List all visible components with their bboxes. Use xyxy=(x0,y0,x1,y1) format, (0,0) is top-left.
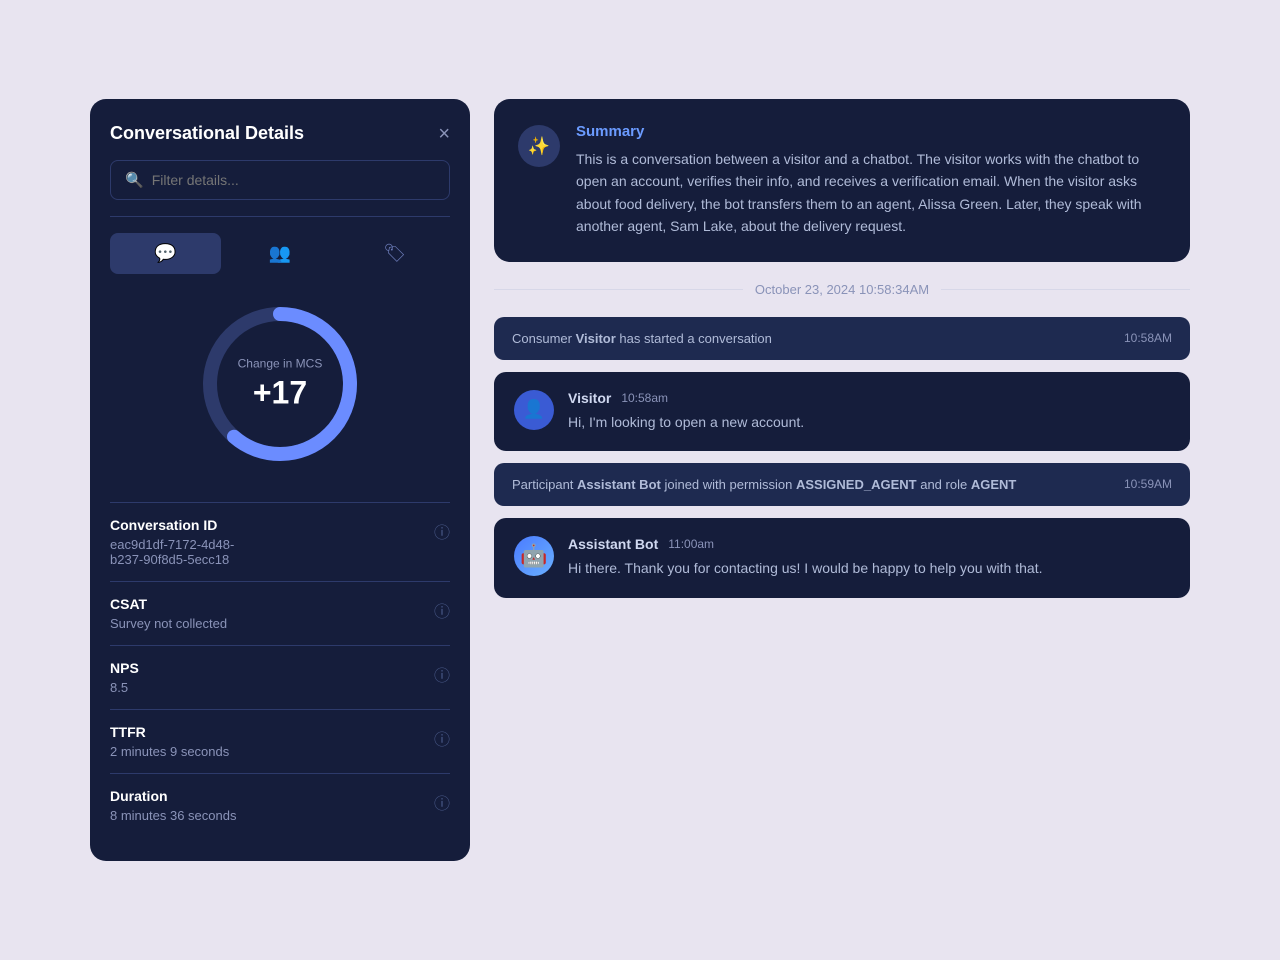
search-bar: 🔍 xyxy=(110,160,450,200)
bot-msg-content: Assistant Bot 11:00am Hi there. Thank yo… xyxy=(568,536,1042,580)
detail-content-conversation-id: Conversation ID eac9d1df-7172-4d48-b237-… xyxy=(110,517,234,567)
right-panel: ✨ Summary This is a conversation between… xyxy=(494,99,1190,598)
detail-value-conversation-id: eac9d1df-7172-4d48-b237-90f8d5-5ecc18 xyxy=(110,537,234,567)
detail-row-conversation-id: Conversation ID eac9d1df-7172-4d48-b237-… xyxy=(110,502,450,581)
assistant-bot-bold: Assistant Bot xyxy=(577,477,661,492)
date-text: October 23, 2024 10:58:34AM xyxy=(755,282,929,297)
visitor-msg-header: Visitor 10:58am xyxy=(568,390,804,406)
detail-row-duration: Duration 8 minutes 36 seconds ⓘ xyxy=(110,773,450,837)
panel-title: Conversational Details xyxy=(110,123,304,144)
system-msg-bot-joined: Participant Assistant Bot joined with pe… xyxy=(494,463,1190,506)
tab-tag[interactable]: 🏷 xyxy=(339,233,450,274)
date-divider: October 23, 2024 10:58:34AM xyxy=(494,274,1190,305)
visitor-sender: Visitor xyxy=(568,390,611,406)
summary-content: Summary This is a conversation between a… xyxy=(576,123,1166,238)
gauge-value: +17 xyxy=(238,375,323,412)
chat-msg-bot: 🤖 Assistant Bot 11:00am Hi there. Thank … xyxy=(494,518,1190,598)
detail-content-ttfr: TTFR 2 minutes 9 seconds xyxy=(110,724,229,759)
detail-row-ttfr: TTFR 2 minutes 9 seconds ⓘ xyxy=(110,709,450,773)
search-input[interactable] xyxy=(152,172,435,188)
system-msg-visitor-started: Consumer Visitor has started a conversat… xyxy=(494,317,1190,360)
gauge-label: Change in MCS xyxy=(238,357,323,371)
detail-label-conversation-id: Conversation ID xyxy=(110,517,234,533)
detail-label-csat: CSAT xyxy=(110,596,227,612)
assigned-agent-bold: ASSIGNED_AGENT xyxy=(796,477,917,492)
gauge-wrapper: Change in MCS +17 xyxy=(190,294,370,474)
panel-divider xyxy=(110,216,450,217)
info-icon-ttfr[interactable]: ⓘ xyxy=(434,726,450,750)
mcs-gauge: Change in MCS +17 xyxy=(110,294,450,474)
date-line-right xyxy=(941,289,1190,290)
info-icon-duration[interactable]: ⓘ xyxy=(434,790,450,814)
visitor-msg-text: Hi, I'm looking to open a new account. xyxy=(568,412,804,434)
info-icon-conversation-id[interactable]: ⓘ xyxy=(434,519,450,543)
summary-title: Summary xyxy=(576,123,1166,140)
info-icon-nps[interactable]: ⓘ xyxy=(434,662,450,686)
bot-msg-text: Hi there. Thank you for contacting us! I… xyxy=(568,558,1042,580)
visitor-msg-content: Visitor 10:58am Hi, I'm looking to open … xyxy=(568,390,804,434)
detail-label-nps: NPS xyxy=(110,660,139,676)
system-msg-time-2: 10:59AM xyxy=(1124,477,1172,491)
system-msg-time-1: 10:58AM xyxy=(1124,331,1172,345)
summary-text: This is a conversation between a visitor… xyxy=(576,148,1166,238)
left-panel: Conversational Details × 🔍 💬 👥 🏷 Change … xyxy=(90,99,470,861)
close-button[interactable]: × xyxy=(438,124,450,144)
date-line-left xyxy=(494,289,743,290)
system-msg-bot-text: Participant Assistant Bot joined with pe… xyxy=(512,477,1016,492)
bot-avatar: 🤖 xyxy=(514,536,554,576)
detail-value-csat: Survey not collected xyxy=(110,616,227,631)
detail-content-nps: NPS 8.5 xyxy=(110,660,139,695)
detail-value-duration: 8 minutes 36 seconds xyxy=(110,808,236,823)
tab-people[interactable]: 👥 xyxy=(225,233,336,274)
system-msg-text: Consumer Visitor has started a conversat… xyxy=(512,331,772,346)
bot-sender: Assistant Bot xyxy=(568,536,658,552)
search-icon: 🔍 xyxy=(125,171,144,189)
tab-chat[interactable]: 💬 xyxy=(110,233,221,274)
detail-value-ttfr: 2 minutes 9 seconds xyxy=(110,744,229,759)
detail-label-duration: Duration xyxy=(110,788,236,804)
info-icon-csat[interactable]: ⓘ xyxy=(434,598,450,622)
sparkle-icon: ✨ xyxy=(528,136,550,157)
gauge-inner: Change in MCS +17 xyxy=(238,357,323,412)
detail-row-csat: CSAT Survey not collected ⓘ xyxy=(110,581,450,645)
visitor-msg-time: 10:58am xyxy=(621,391,668,405)
detail-row-nps: NPS 8.5 ⓘ xyxy=(110,645,450,709)
bot-msg-time: 11:00am xyxy=(668,537,714,551)
visitor-avatar: 👤 xyxy=(514,390,554,430)
bot-msg-header: Assistant Bot 11:00am xyxy=(568,536,1042,552)
detail-label-ttfr: TTFR xyxy=(110,724,229,740)
summary-icon-wrap: ✨ xyxy=(518,125,560,167)
chat-msg-visitor: 👤 Visitor 10:58am Hi, I'm looking to ope… xyxy=(494,372,1190,452)
app-container: Conversational Details × 🔍 💬 👥 🏷 Change … xyxy=(90,99,1190,861)
visitor-bold: Visitor xyxy=(576,331,616,346)
tabs-container: 💬 👥 🏷 xyxy=(110,233,450,274)
detail-content-duration: Duration 8 minutes 36 seconds xyxy=(110,788,236,823)
details-list: Conversation ID eac9d1df-7172-4d48-b237-… xyxy=(110,502,450,837)
summary-card: ✨ Summary This is a conversation between… xyxy=(494,99,1190,262)
detail-content-csat: CSAT Survey not collected xyxy=(110,596,227,631)
system-msg-bot-row: Participant Assistant Bot joined with pe… xyxy=(512,477,1172,492)
agent-role-bold: AGENT xyxy=(971,477,1017,492)
panel-header: Conversational Details × xyxy=(110,123,450,144)
detail-value-nps: 8.5 xyxy=(110,680,139,695)
